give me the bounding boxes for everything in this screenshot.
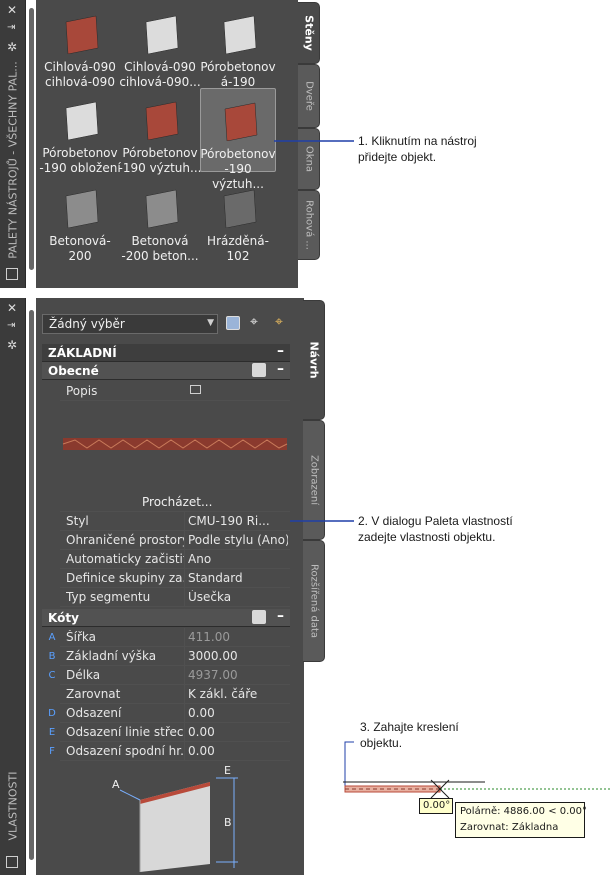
angle-input[interactable]: 0.00° [419, 798, 453, 814]
callout-1: 1. Kliknutím na nástroj přidejte objekt. [358, 134, 477, 164]
angle-value: 0.00° [423, 800, 451, 811]
polar-readout: Polárně: 4886.00 < 0.00° [460, 806, 588, 817]
callout-3: 3. Zahajte kreslení objektu. [360, 720, 459, 750]
drawing-area[interactable]: 0.00° Polárně: 4886.00 < 0.00° Zarovnat:… [335, 760, 612, 840]
justify-readout: Zarovnat: Základna [460, 822, 559, 833]
callout-lines [274, 140, 354, 786]
callout-2: 2. V dialogu Paleta vlastností zadejte v… [358, 514, 513, 544]
tracking-tooltip: Polárně: 4886.00 < 0.00° Zarovnat: Zákla… [455, 802, 588, 838]
